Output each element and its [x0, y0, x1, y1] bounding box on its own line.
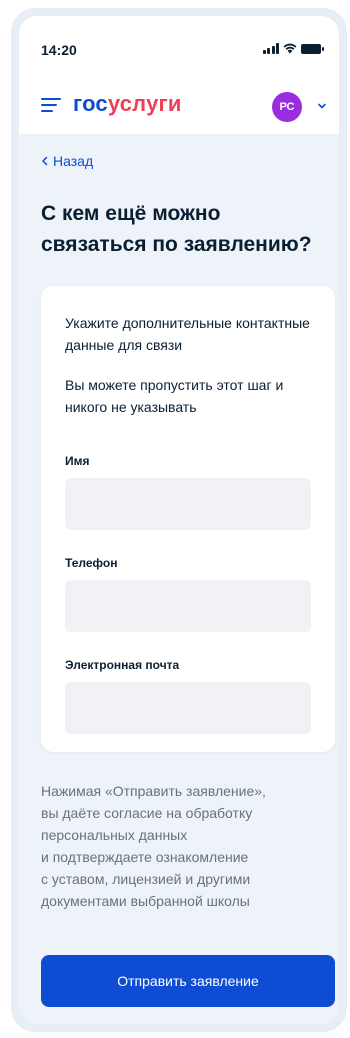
- wifi-icon: [283, 43, 297, 54]
- card-intro-text: Укажите дополнительные контактные данные…: [65, 315, 310, 353]
- logo-part-gos: гос: [73, 91, 108, 116]
- card-skip-text: Вы можете пропустить этот шаг и никого н…: [65, 377, 284, 415]
- phone-field-label: Телефон: [65, 556, 118, 570]
- phone-field[interactable]: [65, 580, 311, 632]
- phone-frame: 14:20 госуслуги РС Назад С кем ещё можно…: [11, 8, 347, 1032]
- back-link[interactable]: Назад: [41, 153, 93, 169]
- signal-icon: [262, 43, 279, 54]
- name-field-label: Имя: [65, 454, 90, 468]
- submit-application-button[interactable]: Отправить заявление: [41, 955, 335, 1007]
- back-link-label: Назад: [53, 153, 94, 169]
- header: госуслуги РС: [19, 74, 339, 134]
- status-bar: 14:20: [19, 16, 339, 74]
- name-field[interactable]: [65, 478, 311, 530]
- menu-icon[interactable]: [41, 98, 61, 112]
- consent-text: Нажимая «Отправить заявление», вы даёте …: [41, 783, 266, 909]
- avatar-initials: РС: [279, 101, 295, 113]
- contacts-form-card: Укажите дополнительные контактные данные…: [41, 286, 335, 752]
- chevron-left-icon: [42, 156, 48, 166]
- screen: 14:20 госуслуги РС Назад С кем ещё можно…: [19, 16, 339, 1024]
- email-field-label: Электронная почта: [65, 658, 180, 672]
- status-icons: [262, 43, 324, 54]
- page-title: С кем ещё можно связаться по заявлению?: [41, 202, 312, 256]
- gosuslugi-logo[interactable]: госуслуги: [73, 91, 182, 117]
- status-time: 14:20: [41, 42, 77, 58]
- email-field[interactable]: [65, 682, 311, 734]
- logo-part-uslugi: услуги: [107, 91, 182, 116]
- avatar[interactable]: РС: [272, 92, 302, 122]
- chevron-down-icon[interactable]: [317, 101, 327, 111]
- battery-icon: [301, 44, 324, 54]
